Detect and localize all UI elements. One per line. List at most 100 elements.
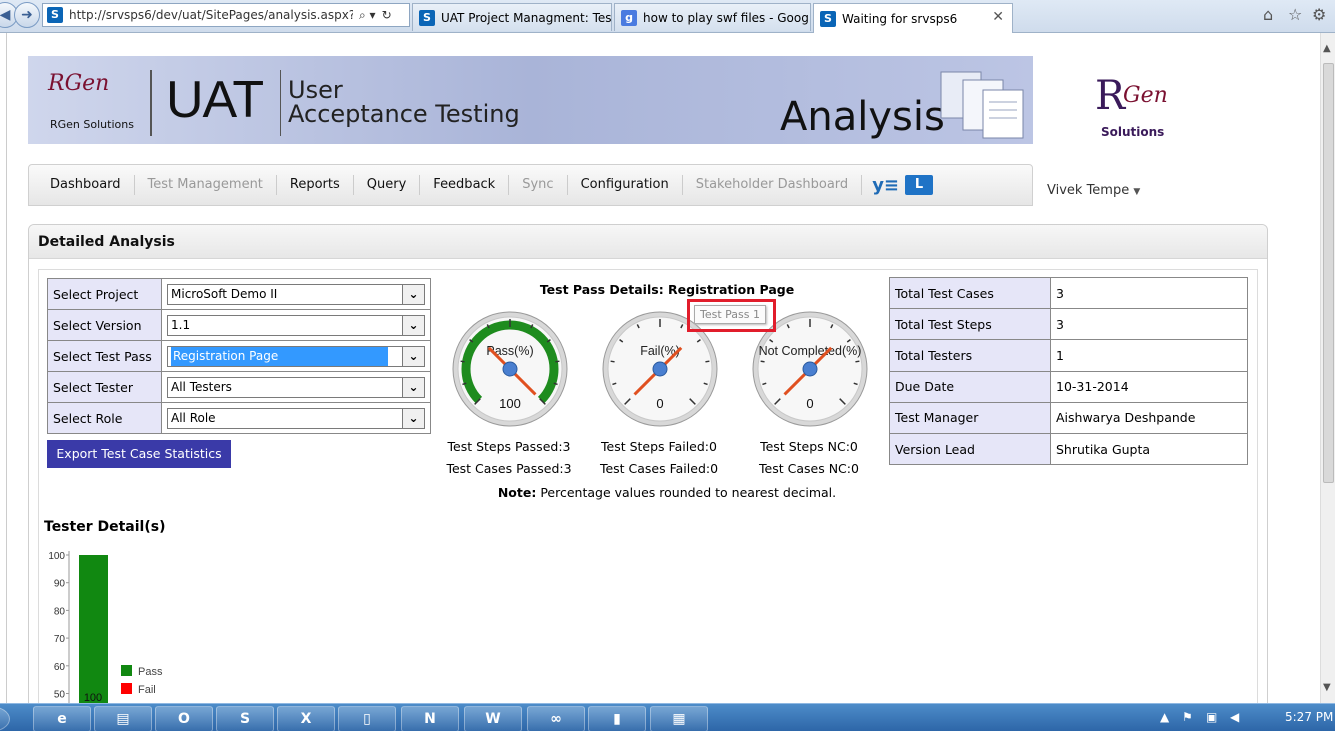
gauge-tick [555,360,560,363]
chevron-down-icon[interactable]: ⌄ [402,346,424,366]
nav-query[interactable]: Query [354,175,421,195]
summary-row: Version Lead Shrutika Gupta [889,432,1248,466]
chevron-down-icon[interactable]: ⌄ [402,408,424,428]
tester-select[interactable]: All Testers ⌄ [167,376,425,398]
nav-stakeholder-dashboard[interactable]: Stakeholder Dashboard [683,175,863,195]
user-menu[interactable]: Vivek Tempe ▼ [1047,183,1140,198]
chevron-down-icon[interactable]: ⌄ [402,284,424,304]
banner-divider [280,70,281,136]
legend-swatch [121,665,132,676]
close-tab-icon[interactable]: ✕ [992,9,1004,25]
word-icon[interactable]: W [464,706,522,732]
visual-studio-icon[interactable]: ∞ [527,706,585,732]
yammer-icon[interactable]: y≡ [872,175,899,196]
y-tick-label: 100 [48,551,65,562]
page-scrollbar[interactable]: ▲ ▼ [1320,33,1335,703]
explorer-icon[interactable]: ▤ [94,706,152,732]
volume-icon[interactable]: ◀ [1230,710,1239,724]
main-nav: Dashboard Test Management Reports Query … [28,164,1033,206]
user-name: Vivek Tempe [1047,183,1130,198]
nav-feedback[interactable]: Feedback [420,175,510,195]
taskbar-clock: 5:27 PM [1285,710,1334,724]
gauge-1: Pass(%)100 [452,311,568,427]
banner-analysis: Analysis [780,94,945,140]
scroll-thumb[interactable] [1323,63,1334,483]
browser-tab-1[interactable]: S UAT Project Managment: Tes... [412,3,612,31]
start-button[interactable]: ⊞ [0,706,10,732]
logo-gen: Gen [1123,83,1168,108]
project-select[interactable]: MicroSoft Demo II ⌄ [167,283,425,305]
panel-title: Detailed Analysis [29,225,1267,259]
outlook-icon[interactable]: O [155,706,213,732]
filter-label: Select Test Pass [47,340,162,372]
legend-label: Fail [138,684,156,696]
gauge-section-title: Test Pass Details: Registration Page [539,282,795,297]
home-icon[interactable]: ⌂ [1263,5,1273,24]
gauge-value: 0 [806,396,813,411]
scroll-up-icon[interactable]: ▲ [1323,43,1331,54]
url-text: http://srvsps6/dev/uat/SitePages/analysi… [69,8,353,22]
gauge-hub [652,361,668,377]
banner-logo-text: RGen [48,71,110,96]
summary-label: Test Manager [889,401,1051,434]
nav-sync[interactable]: Sync [509,175,568,195]
version-select[interactable]: 1.1 ⌄ [167,314,425,336]
address-bar[interactable]: S http://srvsps6/dev/uat/SitePages/analy… [42,3,410,27]
calculator-icon[interactable]: ▦ [650,706,708,732]
onenote-icon[interactable]: N [401,706,459,732]
gear-icon[interactable]: ⚙ [1312,5,1326,24]
refresh-icon[interactable]: ↻ [382,8,392,22]
windows-taskbar: ⊞ e ▤ O S X ▯ N W ∞ ▮ ▦ ▲ ⚑ ▣ ◀ 5:27 PM [0,703,1335,732]
search-icon[interactable]: ⌕ ▾ [359,8,376,23]
lync-icon[interactable]: L [905,175,934,195]
chevron-down-icon[interactable]: ⌄ [402,315,424,335]
logo-solutions: Solutions [1101,125,1165,139]
test-pass-select[interactable]: Registration Page ⌄ [167,345,425,367]
skype-icon[interactable]: S [216,706,274,732]
filter-table: Select Project MicroSoft Demo II ⌄ Select… [47,278,431,434]
flag-icon[interactable]: ⚑ [1182,710,1193,724]
logo-r: R [1095,73,1126,119]
chevron-down-icon: ▼ [1133,187,1141,197]
bar-data-label: 100 [84,692,102,703]
bar-pass [79,555,108,703]
documents-icon [940,71,1024,139]
google-icon: g [621,9,637,26]
export-statistics-button[interactable]: Export Test Case Statistics [47,440,231,468]
folder-icon[interactable]: ▮ [588,706,646,732]
summary-row: Due Date 10-31-2014 [889,370,1248,403]
forward-button[interactable]: ➜ [14,2,40,28]
excel-icon[interactable]: X [277,706,335,732]
banner-acceptance: Acceptance Testing [288,100,520,128]
nav-dashboard[interactable]: Dashboard [37,175,135,195]
summary-label: Due Date [889,370,1051,403]
steps-failed: Test Steps Failed:0 [601,439,717,454]
internet-explorer-icon[interactable]: e [33,706,91,732]
sharepoint-icon: S [47,7,63,23]
filter-row: Select Tester All Testers ⌄ [47,371,431,403]
summary-table: Total Test Cases 3 Total Test Steps 3 Tota… [889,276,1248,466]
scroll-down-icon[interactable]: ▼ [1323,682,1331,693]
filter-row: Select Test Pass Registration Page ⌄ [47,340,431,372]
legend-label: Pass [138,666,163,678]
browser-tab-3[interactable]: S Waiting for srvsps6 ✕ [813,3,1013,33]
gauge-value: 0 [656,396,663,411]
chevron-down-icon[interactable]: ⌄ [402,377,424,397]
cases-failed: Test Cases Failed:0 [599,461,719,476]
notepad-icon[interactable]: ▯ [338,706,396,732]
favorites-star-icon[interactable]: ☆ [1288,5,1302,24]
steps-passed: Test Steps Passed:3 [447,439,571,454]
summary-value: 3 [1050,308,1248,341]
steps-nc: Test Steps NC:0 [760,439,858,454]
browser-tab-2[interactable]: g how to play swf files - Google ... [614,3,811,31]
tray-expand-icon[interactable]: ▲ [1160,710,1169,724]
nav-test-management[interactable]: Test Management [135,175,277,195]
nav-configuration[interactable]: Configuration [568,175,683,195]
filter-label: Select Role [47,402,162,434]
network-icon[interactable]: ▣ [1206,710,1217,724]
role-select[interactable]: All Role ⌄ [167,407,425,429]
summary-value: 1 [1050,339,1248,372]
nav-reports[interactable]: Reports [277,175,354,195]
tab-label: Waiting for srvsps6 [842,11,958,26]
tab-label: UAT Project Managment: Tes... [441,10,612,25]
